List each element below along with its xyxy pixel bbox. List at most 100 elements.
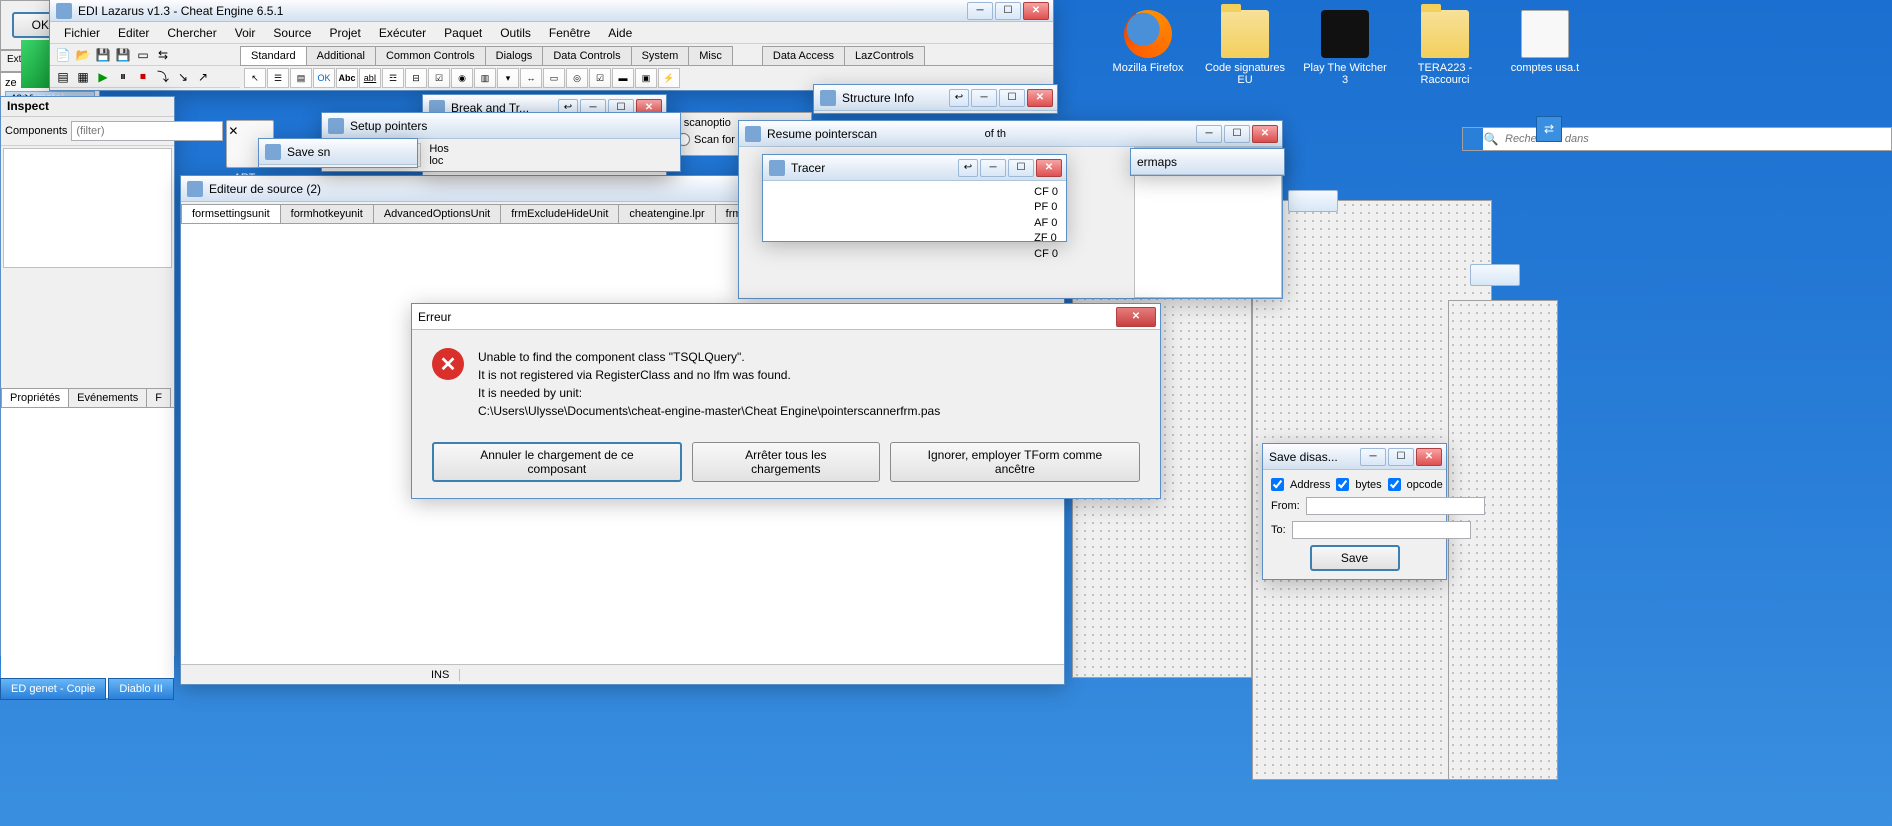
close-button[interactable]: ✕ (1116, 307, 1156, 327)
run-icon[interactable]: ▶ (94, 68, 112, 86)
opcode-checkbox[interactable] (1388, 478, 1401, 491)
palette-cursor-icon[interactable]: ↖ (244, 68, 266, 88)
palette-mainmenu-icon[interactable]: ☰ (267, 68, 289, 88)
component-tree[interactable] (3, 148, 172, 268)
open-icon[interactable]: 📂 (74, 46, 92, 64)
task-diablo[interactable]: Diablo III (108, 678, 173, 700)
menu-paquet[interactable]: Paquet (436, 24, 490, 42)
close-button-fragment-2[interactable] (1470, 264, 1520, 286)
search-dropdown-toggle[interactable] (1463, 128, 1483, 150)
desktop-icon-comptes[interactable]: comptes usa.t (1500, 10, 1590, 74)
palette-toggle-icon[interactable]: ⊟ (405, 68, 427, 88)
new-unit-icon[interactable]: 📄 (54, 46, 72, 64)
palette-panel-icon[interactable]: ▬ (612, 68, 634, 88)
menu-outils[interactable]: Outils (492, 24, 539, 42)
palette-tab-dialogs[interactable]: Dialogs (485, 46, 544, 65)
to-input[interactable] (1292, 521, 1471, 539)
stop-all-loads-button[interactable]: Arrêter tous les chargements (692, 442, 880, 482)
cancel-load-button[interactable]: Annuler le chargement de ce composant (432, 442, 682, 482)
components-filter-input[interactable] (71, 121, 223, 141)
forms-icon[interactable]: ▦ (74, 68, 92, 86)
error-titlebar[interactable]: Erreur ✕ (412, 304, 1160, 330)
step-into-icon[interactable]: ↘ (174, 68, 192, 86)
property-grid[interactable] (1, 408, 174, 698)
bytes-checkbox[interactable] (1336, 478, 1349, 491)
menu-source[interactable]: Source (265, 24, 319, 42)
tab-evenements[interactable]: Evénements (68, 388, 147, 407)
menu-editer[interactable]: Editer (110, 24, 157, 42)
palette-radiogroup-icon[interactable]: ◎ (566, 68, 588, 88)
palette-tab-common[interactable]: Common Controls (375, 46, 486, 65)
menu-executer[interactable]: Exécuter (371, 24, 434, 42)
menu-chercher[interactable]: Chercher (159, 24, 224, 42)
sync-arrows-icon[interactable]: ⇄ (1536, 116, 1562, 142)
toggle-form-icon[interactable]: ⇆ (154, 46, 172, 64)
palette-checkgroup-icon[interactable]: ☑ (589, 68, 611, 88)
minimize-button[interactable]: ─ (967, 2, 993, 20)
tab-f[interactable]: F (146, 388, 171, 407)
maximize-button[interactable]: ☐ (1388, 448, 1414, 466)
palette-tab-standard[interactable]: Standard (240, 46, 307, 65)
resume-list[interactable] (1134, 168, 1282, 298)
palette-button-icon[interactable]: OK (313, 68, 335, 88)
maximize-button[interactable]: ☐ (1224, 125, 1250, 143)
desktop-icon-tera[interactable]: TERA223 - Raccourci (1400, 10, 1490, 86)
palette-scrollbar-icon[interactable]: ↔ (520, 68, 542, 88)
palette-tab-additional[interactable]: Additional (306, 46, 376, 65)
palette-listbox-icon[interactable]: ▥ (474, 68, 496, 88)
tab-frmexcludehide[interactable]: frmExcludeHideUnit (500, 204, 619, 223)
palette-combobox-icon[interactable]: ▾ (497, 68, 519, 88)
desktop-icon-witcher[interactable]: Play The Witcher 3 (1300, 10, 1390, 86)
palette-frame-icon[interactable]: ▣ (635, 68, 657, 88)
save-button[interactable]: Save (1310, 545, 1400, 571)
new-form-icon[interactable]: ▭ (134, 46, 152, 64)
stop-icon[interactable]: ⏹ (134, 68, 152, 86)
palette-groupbox-icon[interactable]: ▭ (543, 68, 565, 88)
palette-tab-data[interactable]: Data Controls (542, 46, 631, 65)
palette-checkbox-icon[interactable]: ☑ (428, 68, 450, 88)
close-button-fragment-1[interactable] (1288, 190, 1338, 212)
ignore-use-tform-button[interactable]: Ignorer, employer TForm comme ancêtre (890, 442, 1140, 482)
close-button[interactable]: ✕ (1252, 125, 1278, 143)
ide-titlebar[interactable]: EDI Lazarus v1.3 - Cheat Engine 6.5.1 ─ … (50, 0, 1053, 22)
filter-clear-icon[interactable]: ✕ (227, 122, 239, 140)
step-over-icon[interactable]: ⤵ (154, 68, 172, 86)
palette-memo-icon[interactable]: ☲ (382, 68, 404, 88)
tab-proprietes[interactable]: Propriétés (1, 388, 69, 407)
step-out-icon[interactable]: ↗ (194, 68, 212, 86)
palette-tab-lazcontrols[interactable]: LazControls (844, 46, 925, 65)
minimize-button[interactable]: ─ (1196, 125, 1222, 143)
palette-tab-misc[interactable]: Misc (688, 46, 733, 65)
pause-icon[interactable]: ⏸ (114, 68, 132, 86)
minimize-button[interactable]: ─ (971, 89, 997, 107)
palette-edit-icon[interactable]: abI (359, 68, 381, 88)
task-ed-genet[interactable]: ED genet - Copie (0, 678, 106, 700)
menu-fenetre[interactable]: Fenêtre (541, 24, 598, 42)
units-icon[interactable]: ▤ (54, 68, 72, 86)
palette-tab-system[interactable]: System (631, 46, 690, 65)
minimize-button[interactable]: ─ (1360, 448, 1386, 466)
palette-tab-dataaccess[interactable]: Data Access (762, 46, 845, 65)
menu-aide[interactable]: Aide (600, 24, 640, 42)
close-button[interactable]: ✕ (1027, 89, 1053, 107)
menu-fichier[interactable]: Fichier (56, 24, 108, 42)
desktop-icon-firefox[interactable]: Mozilla Firefox (1103, 10, 1193, 74)
minimize-button[interactable]: ─ (980, 159, 1006, 177)
menu-voir[interactable]: Voir (227, 24, 264, 42)
desktop-icon-codesig[interactable]: Code signatures EU (1200, 10, 1290, 86)
menu-projet[interactable]: Projet (321, 24, 368, 42)
save-icon[interactable]: 💾 (94, 46, 112, 64)
palette-radio-icon[interactable]: ◉ (451, 68, 473, 88)
address-checkbox[interactable] (1271, 478, 1284, 491)
tab-advancedoptions[interactable]: AdvancedOptionsUnit (373, 204, 501, 223)
from-input[interactable] (1306, 497, 1485, 515)
close-button[interactable]: ✕ (1416, 448, 1442, 466)
tracer-body[interactable]: CF 0 PF 0 AF 0 ZF 0 CF 0 (763, 181, 1066, 241)
close-button[interactable]: ✕ (1023, 2, 1049, 20)
palette-action-icon[interactable]: ⚡ (658, 68, 680, 88)
editor-arrow-left[interactable]: ↩ (949, 89, 969, 107)
close-button[interactable]: ✕ (1036, 159, 1062, 177)
tab-formhotkeyunit[interactable]: formhotkeyunit (280, 204, 374, 223)
arrow-button[interactable]: ↩ (958, 159, 978, 177)
palette-label-icon[interactable]: Abc (336, 68, 358, 88)
